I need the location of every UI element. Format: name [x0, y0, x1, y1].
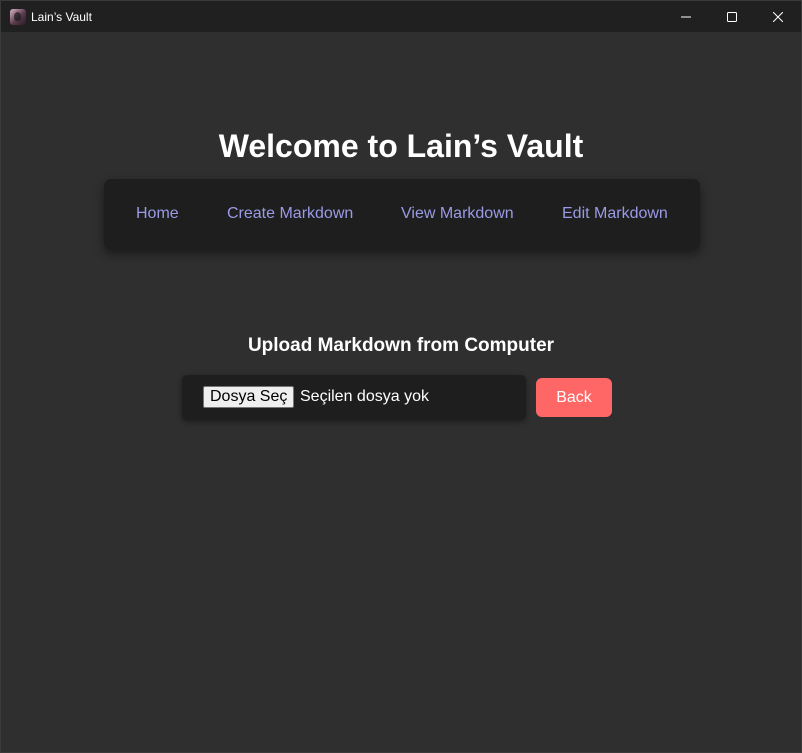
nav-bar: Home Create Markdown View Markdown Edit …: [104, 179, 700, 250]
maximize-icon: [727, 11, 737, 22]
page-title: Welcome to Lain’s Vault: [218, 128, 584, 164]
maximize-button[interactable]: [709, 1, 755, 32]
back-button[interactable]: Back: [536, 378, 612, 417]
nav-link-view-markdown[interactable]: View Markdown: [401, 205, 514, 223]
file-status-text: Seçilen dosya yok: [300, 388, 429, 405]
nav-link-home[interactable]: Home: [136, 205, 179, 223]
nav-link-edit-markdown[interactable]: Edit Markdown: [562, 205, 668, 223]
title-bar[interactable]: Lain’s Vault: [1, 1, 801, 32]
choose-file-button[interactable]: Dosya Seç: [203, 386, 295, 408]
close-icon: [773, 11, 783, 22]
window-title: Lain’s Vault: [31, 9, 92, 24]
lain-avatar-icon: [10, 8, 26, 25]
page-content: Welcome to Lain’s Vault Home Create Mark…: [1, 32, 801, 753]
app-window: Lain’s Vault Welcome to Lain’s Vault Hom…: [0, 0, 802, 753]
minimize-icon: [681, 16, 691, 17]
file-upload-field: Dosya Seç Seçilen dosya yok: [182, 375, 526, 420]
window-controls: [663, 1, 801, 32]
close-button[interactable]: [755, 1, 801, 32]
minimize-button[interactable]: [663, 1, 709, 32]
nav-link-create-markdown[interactable]: Create Markdown: [227, 205, 353, 223]
upload-section-title: Upload Markdown from Computer: [247, 335, 555, 356]
